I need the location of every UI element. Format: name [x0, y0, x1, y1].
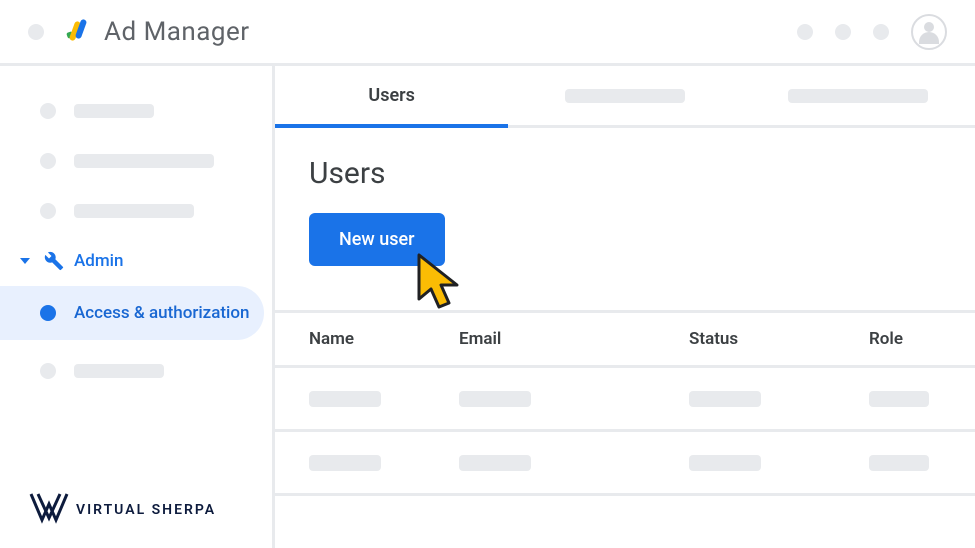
- tab-placeholder[interactable]: [508, 66, 741, 125]
- sidebar-item-label-skeleton: [74, 204, 194, 218]
- app-title: Ad Manager: [104, 17, 250, 47]
- tab-placeholder[interactable]: [742, 66, 975, 125]
- chevron-down-icon: [20, 258, 30, 264]
- table-header: Name Email Status Role: [275, 310, 975, 368]
- column-header-role[interactable]: Role: [869, 329, 941, 349]
- sidebar-item-placeholder[interactable]: [0, 136, 272, 186]
- sidebar-item-placeholder[interactable]: [0, 346, 272, 396]
- sidebar-active-label: Access & authorization: [74, 303, 250, 323]
- sidebar: Admin Access & authorization VIRTUAL SHE…: [0, 66, 275, 548]
- header-action-icon[interactable]: [835, 24, 851, 40]
- tab-label-skeleton: [788, 89, 928, 103]
- watermark-text: VIRTUAL SHERPA: [76, 502, 216, 518]
- header-action-icon[interactable]: [797, 24, 813, 40]
- sidebar-item-icon: [40, 363, 56, 379]
- ad-manager-logo-icon: [64, 17, 90, 47]
- main-content: Users Users New user Name Email Status R…: [275, 66, 975, 548]
- sidebar-item-label-skeleton: [74, 154, 214, 168]
- cell-skeleton: [459, 455, 531, 471]
- avatar-icon: [919, 22, 939, 42]
- tab-users[interactable]: Users: [275, 66, 508, 125]
- column-header-name[interactable]: Name: [309, 329, 459, 349]
- cell-skeleton: [309, 391, 381, 407]
- sidebar-item-label-skeleton: [74, 104, 154, 118]
- sidebar-item-access-authorization[interactable]: Access & authorization: [0, 286, 264, 340]
- sidebar-item-icon: [40, 153, 56, 169]
- new-user-button[interactable]: New user: [309, 213, 445, 266]
- sidebar-item-icon: [40, 103, 56, 119]
- wrench-icon: [44, 251, 64, 271]
- column-header-email[interactable]: Email: [459, 329, 689, 349]
- sidebar-item-label-skeleton: [74, 364, 164, 378]
- sidebar-item-placeholder[interactable]: [0, 86, 272, 136]
- cell-skeleton: [309, 455, 381, 471]
- table-row[interactable]: [275, 368, 975, 432]
- sidebar-admin-label: Admin: [74, 251, 123, 271]
- app-header: Ad Manager: [0, 0, 975, 66]
- sidebar-item-icon: [40, 203, 56, 219]
- cell-skeleton: [459, 391, 531, 407]
- sidebar-item-admin[interactable]: Admin: [0, 236, 272, 286]
- sidebar-item-placeholder[interactable]: [0, 186, 272, 236]
- cell-skeleton: [869, 391, 929, 407]
- content-area: Users New user: [275, 128, 975, 266]
- header-right: [797, 14, 947, 50]
- tab-users-label: Users: [368, 85, 415, 106]
- column-header-status[interactable]: Status: [689, 329, 869, 349]
- watermark: VIRTUAL SHERPA: [28, 490, 216, 530]
- table-row[interactable]: [275, 432, 975, 496]
- virtual-sherpa-logo-icon: [28, 490, 70, 530]
- cell-skeleton: [689, 391, 761, 407]
- logo-title: Ad Manager: [64, 17, 250, 47]
- page-title: Users: [309, 156, 941, 191]
- cell-skeleton: [689, 455, 761, 471]
- users-table: Name Email Status Role: [275, 310, 975, 496]
- tab-label-skeleton: [565, 89, 685, 103]
- header-left: Ad Manager: [28, 17, 250, 47]
- cell-skeleton: [869, 455, 929, 471]
- menu-placeholder-icon[interactable]: [28, 24, 44, 40]
- header-action-icon[interactable]: [873, 24, 889, 40]
- sidebar-item-active-icon: [40, 305, 56, 321]
- tabs: Users: [275, 66, 975, 128]
- avatar[interactable]: [911, 14, 947, 50]
